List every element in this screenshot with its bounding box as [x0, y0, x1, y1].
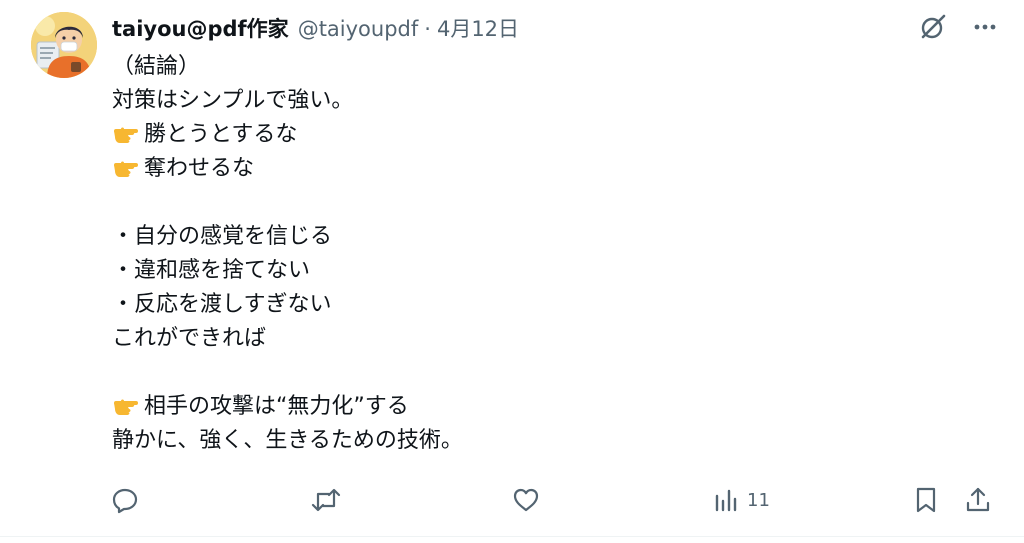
post-line-text: ・自分の感覚を信じる	[112, 224, 333, 249]
post-line-text: ・違和感を捨てない	[112, 258, 311, 283]
views-icon	[715, 489, 737, 512]
post-line: （結論）	[112, 50, 972, 84]
grok-icon[interactable]	[918, 12, 948, 42]
avatar-illustration	[31, 12, 97, 78]
like-icon	[513, 488, 539, 512]
post-line-text: 静かに、強く、生きるための技術。	[112, 428, 463, 453]
views-button[interactable]: 11	[713, 478, 770, 522]
post-line: 対策はシンプルで強い。	[112, 84, 972, 118]
post-line-text: 相手の攻撃は“無力化”する	[144, 394, 409, 419]
post-line-text: ・反応を渡しすぎない	[112, 292, 332, 317]
post-line: 奪わせるな	[112, 152, 972, 186]
post-line-text: 勝とうとするな	[144, 122, 298, 147]
repost-icon	[311, 488, 341, 512]
bookmark-icon	[916, 487, 936, 513]
more-icon[interactable]	[970, 12, 1000, 42]
share-button[interactable]	[963, 478, 993, 522]
post-line: ・反応を渡しすぎない	[112, 288, 972, 322]
post-date[interactable]: 4月12日	[437, 13, 519, 45]
pointing-hand-icon	[114, 161, 138, 177]
views-count: 11	[747, 489, 770, 511]
post-line-text: （結論）	[112, 54, 201, 79]
share-icon	[966, 487, 990, 512]
action-bar: 11	[0, 478, 1024, 522]
post-card[interactable]: taiyou@pdf作家 @taiyoupdf · 4月12日 （結論） 対策は…	[0, 0, 1024, 543]
post-line: ・違和感を捨てない	[112, 254, 972, 288]
post-body: （結論） 対策はシンプルで強い。 勝とうとするな 奪わせるな ・自分の感覚を信じ…	[112, 50, 972, 458]
pointing-hand-icon	[114, 399, 138, 415]
header-separator: ·	[424, 17, 431, 41]
post-line: 静かに、強く、生きるための技術。	[112, 424, 972, 458]
post-line: ・自分の感覚を信じる	[112, 220, 972, 254]
author-handle[interactable]: @taiyoupdf	[298, 13, 419, 45]
like-button[interactable]	[511, 478, 541, 522]
post-line: これができれば	[112, 322, 972, 356]
repost-button[interactable]	[309, 478, 343, 522]
reply-button[interactable]	[110, 478, 140, 522]
post-line-blank	[112, 186, 972, 220]
avatar[interactable]	[31, 12, 97, 78]
post-line-text: 奪わせるな	[144, 156, 255, 181]
divider	[0, 536, 1024, 537]
reply-icon	[112, 488, 138, 514]
post-line-blank	[112, 356, 972, 390]
bookmark-button[interactable]	[912, 478, 940, 522]
post-line: 勝とうとするな	[112, 118, 972, 152]
post-header: taiyou@pdf作家 @taiyoupdf · 4月12日	[112, 13, 519, 45]
post-line: 相手の攻撃は“無力化”する	[112, 390, 972, 424]
pointing-hand-icon	[114, 127, 138, 143]
post-line-text: 対策はシンプルで強い。	[112, 88, 354, 113]
author-display-name[interactable]: taiyou@pdf作家	[112, 13, 289, 45]
post-line-text: これができれば	[112, 326, 267, 351]
top-actions	[918, 12, 1000, 42]
